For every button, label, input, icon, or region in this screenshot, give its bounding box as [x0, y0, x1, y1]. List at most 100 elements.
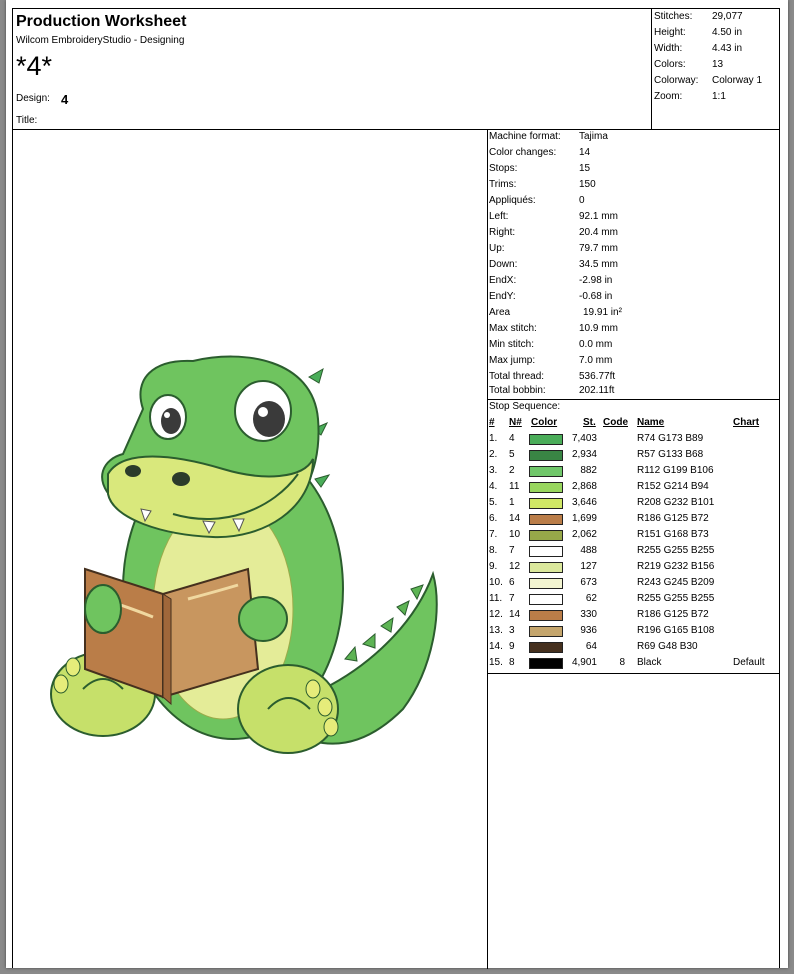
- color-swatch: [529, 482, 563, 493]
- needle-number: 7: [509, 545, 515, 556]
- summary-value: 1:1: [712, 91, 726, 102]
- stitch-count: 2,934: [571, 449, 597, 460]
- stat-value: 0.0 mm: [579, 339, 613, 350]
- stat-label: Max stitch:: [489, 323, 537, 334]
- stat-value: 20.4 mm: [579, 227, 618, 238]
- row-number: 11.: [489, 593, 503, 604]
- stat-label: Min stitch:: [489, 339, 535, 350]
- thread-name: R208 G232 B101: [637, 497, 715, 508]
- software-subtitle: Wilcom EmbroideryStudio - Designing: [16, 35, 185, 46]
- thread-name: R186 G125 B72: [637, 609, 709, 620]
- summary-label: Colorway:: [654, 75, 699, 86]
- stat-value: 536.77ft: [579, 371, 616, 382]
- needle-number: 10: [509, 529, 521, 540]
- thread-name: R255 G255 B255: [637, 545, 715, 556]
- stat-label: Area: [489, 307, 511, 318]
- stat-label: Total bobbin:: [489, 385, 546, 396]
- stat-label: EndY:: [489, 291, 516, 302]
- summary-label: Height:: [654, 27, 686, 38]
- color-swatch: [529, 562, 563, 573]
- stitch-count: 2,062: [571, 529, 597, 540]
- table-row: 10. 6 673 R243 G245 B209: [487, 576, 779, 592]
- row-number: 2.: [489, 449, 498, 460]
- worksheet-page: Production Worksheet Wilcom EmbroiderySt…: [6, 0, 788, 969]
- summary-value: 13: [712, 59, 724, 70]
- col-header-name: Name: [637, 417, 665, 428]
- needle-number: 3: [509, 625, 515, 636]
- row-number: 7.: [489, 529, 498, 540]
- stat-value: 14: [579, 147, 591, 158]
- color-swatch: [529, 466, 563, 477]
- specs-column: Machine format: Tajima Color changes: 14 S…: [487, 129, 779, 969]
- needle-number: 7: [509, 593, 515, 604]
- needle-number: 6: [509, 577, 515, 588]
- color-swatch: [529, 610, 563, 621]
- stat-label: Down:: [489, 259, 518, 270]
- title-label: Title:: [16, 115, 38, 126]
- stat-label: Total thread:: [489, 371, 545, 382]
- needle-number: 14: [509, 609, 521, 620]
- machine-stats: Machine format: Tajima Color changes: 14 S…: [487, 129, 779, 400]
- design-value: 4: [61, 92, 69, 107]
- stitch-count: 1,699: [571, 513, 597, 524]
- needle-number: 9: [509, 641, 515, 652]
- color-swatch: [529, 642, 563, 653]
- color-swatch: [529, 498, 563, 509]
- table-row: 12. 14 330 R186 G125 B72: [487, 608, 779, 624]
- table-row: 1. 4 7,403 R74 G173 B89: [487, 432, 779, 448]
- table-row: 15. 8 4,901 8 Black Default: [487, 656, 779, 672]
- stop-sequence-title: Stop Sequence:: [489, 401, 561, 412]
- stitch-count: 936: [580, 625, 597, 636]
- summary-label: Stitches:: [654, 11, 693, 22]
- table-row: 11. 7 62 R255 G255 B255: [487, 592, 779, 608]
- thread-chart: Default: [733, 657, 765, 668]
- table-row: 8. 7 488 R255 G255 B255: [487, 544, 779, 560]
- row-number: 15.: [489, 657, 503, 668]
- thread-name: R243 G245 B209: [637, 577, 715, 588]
- needle-number: 12: [509, 561, 521, 572]
- needle-number: 11: [509, 481, 520, 492]
- thread-name: R74 G173 B89: [637, 433, 704, 444]
- stat-label: Trims:: [489, 179, 517, 190]
- thread-name: R196 G165 B108: [637, 625, 715, 636]
- summary-label: Colors:: [654, 59, 686, 70]
- table-row: 4. 11 2,868 R152 G214 B94: [487, 480, 779, 496]
- stat-value: 202.11ft: [579, 385, 615, 396]
- stat-value: 34.5 mm: [579, 259, 618, 270]
- left-hand: [84, 584, 122, 634]
- row-number: 4.: [489, 481, 498, 492]
- needle-number: 4: [509, 433, 515, 444]
- stat-label: EndX:: [489, 275, 517, 286]
- row-number: 13.: [489, 625, 503, 636]
- thread-name: R255 G255 B255: [637, 593, 715, 604]
- thread-name: R112 G199 B106: [637, 465, 714, 476]
- stat-label: Up:: [489, 243, 505, 254]
- summary-value: Colorway 1: [712, 75, 763, 86]
- stat-value: 15: [579, 163, 591, 174]
- stitch-count: 2,868: [571, 481, 597, 492]
- stat-value: 7.0 mm: [579, 355, 613, 366]
- needle-number: 5: [509, 449, 515, 460]
- col-header-chart: Chart: [733, 417, 760, 428]
- stat-label: Machine format:: [489, 131, 561, 142]
- thread-name: R186 G125 B72: [637, 513, 709, 524]
- stat-label: Stops:: [489, 163, 518, 174]
- stat-value: 92.1 mm: [579, 211, 618, 222]
- thread-name: R152 G214 B94: [637, 481, 709, 492]
- worksheet-frame: Production Worksheet Wilcom EmbroiderySt…: [12, 8, 780, 969]
- color-swatch: [529, 546, 563, 557]
- color-swatch: [529, 578, 563, 589]
- thread-name: R151 G168 B73: [637, 529, 709, 540]
- stat-label: Color changes:: [489, 147, 557, 158]
- design-name-large: *4*: [16, 51, 53, 81]
- row-number: 6.: [489, 513, 498, 524]
- col-header-stitches: St.: [583, 417, 596, 428]
- design-label: Design:: [16, 93, 50, 104]
- summary-label: Zoom:: [654, 91, 683, 102]
- stat-label: Right:: [489, 227, 516, 238]
- table-row: 7. 10 2,062 R151 G168 B73: [487, 528, 779, 544]
- table-row: 13. 3 936 R196 G165 B108: [487, 624, 779, 640]
- row-number: 5.: [489, 497, 498, 508]
- needle-number: 1: [509, 497, 515, 508]
- stitch-count: 64: [585, 641, 597, 652]
